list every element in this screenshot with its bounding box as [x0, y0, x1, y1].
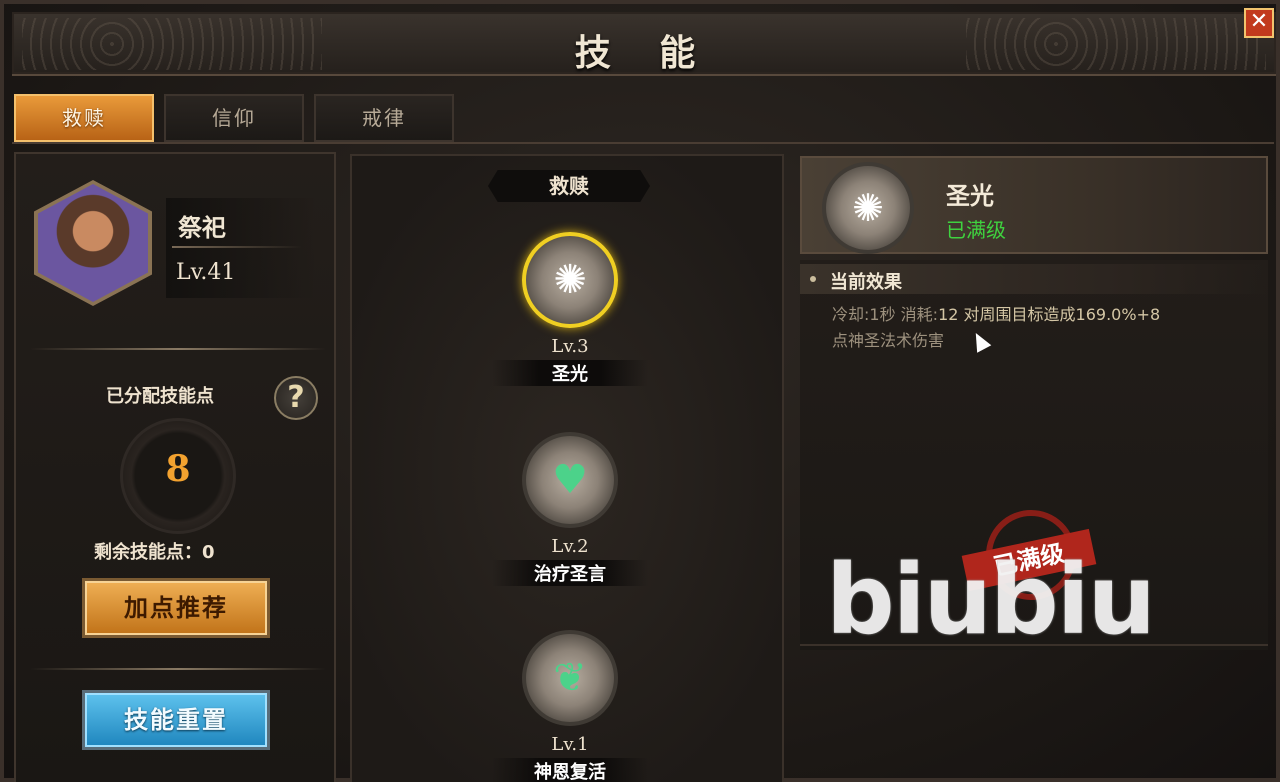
tab-divider	[12, 142, 1274, 144]
branch-title: 救赎	[488, 170, 650, 202]
skill-name: 圣光	[492, 360, 648, 386]
cost-value: 12	[938, 305, 959, 324]
tab-faith[interactable]: 信仰	[164, 94, 304, 142]
skill-divine-resurrection[interactable]: ❦	[522, 630, 618, 726]
effect-title: 当前效果	[830, 272, 902, 293]
tab-bar: 救赎 信仰 戒律	[14, 94, 454, 142]
watermark: biubiu	[826, 544, 1156, 656]
avatar	[34, 180, 152, 306]
heart-heal-icon: ♥	[552, 457, 588, 503]
remaining-points: 剩余技能点：0	[94, 542, 215, 563]
skill-level: Lv.3	[551, 336, 589, 357]
help-icon[interactable]: ?	[274, 376, 318, 420]
skill-name: 神恩复活	[492, 758, 648, 782]
effect-description: 冷却:1秒 消耗:12 对周围目标造成169.0%+8 点神圣法术伤害	[832, 302, 1262, 354]
skill-holy-light[interactable]: ✺	[522, 232, 618, 328]
effect-header: 当前效果	[800, 264, 1268, 294]
detail-status: 已满级	[946, 218, 1006, 242]
cooldown-text: 冷却:1秒	[832, 305, 896, 324]
tab-discipline[interactable]: 戒律	[314, 94, 454, 142]
character-name: 祭祀	[178, 213, 226, 242]
effect-text: 点神圣法术伤害	[832, 331, 945, 350]
skill-level: Lv.1	[551, 734, 589, 755]
detail-skill-name: 圣光	[946, 182, 994, 210]
skill-level: Lv.2	[551, 536, 589, 557]
skill-window: 技 能 ✕ 救赎 信仰 戒律 祭祀 Lv.41 已分配技能点 ? 8 剩余技能点…	[0, 0, 1280, 782]
avatar-portrait	[38, 184, 148, 302]
skill-healing-word[interactable]: ♥	[522, 432, 618, 528]
skill-name: 治疗圣言	[492, 560, 648, 586]
name-separator	[172, 246, 302, 248]
holy-light-icon: ✺	[822, 162, 914, 254]
window-title: 技 能	[574, 32, 714, 74]
skill-tree-panel: 救赎 ✺ Lv.3 圣光 ♥ Lv.2 治疗圣言 ❦ Lv.1 神恩复活	[350, 154, 784, 782]
angel-wings-icon: ❦	[553, 655, 587, 701]
skill-detail-header: ✺ 圣光 已满级	[800, 156, 1268, 254]
reset-skills-button[interactable]: 技能重置	[82, 690, 270, 750]
character-level: Lv.41	[176, 260, 236, 285]
allocated-points-label: 已分配技能点	[106, 386, 214, 407]
allocated-points-value: 8	[165, 448, 191, 490]
tab-redemption[interactable]: 救赎	[14, 94, 154, 142]
divider	[30, 348, 326, 350]
bullet-icon	[810, 276, 816, 282]
close-button[interactable]: ✕	[1244, 8, 1274, 38]
holy-light-icon: ✺	[553, 257, 587, 303]
character-panel: 祭祀 Lv.41 已分配技能点 ? 8 剩余技能点：0 加点推荐 技能重置	[14, 152, 336, 782]
recommend-button[interactable]: 加点推荐	[82, 578, 270, 638]
divider	[30, 668, 326, 670]
title-bar: 技 能	[12, 12, 1276, 76]
effect-text: 对周围目标造成169.0%+8	[963, 305, 1161, 324]
cost-label: 消耗:	[900, 305, 939, 324]
